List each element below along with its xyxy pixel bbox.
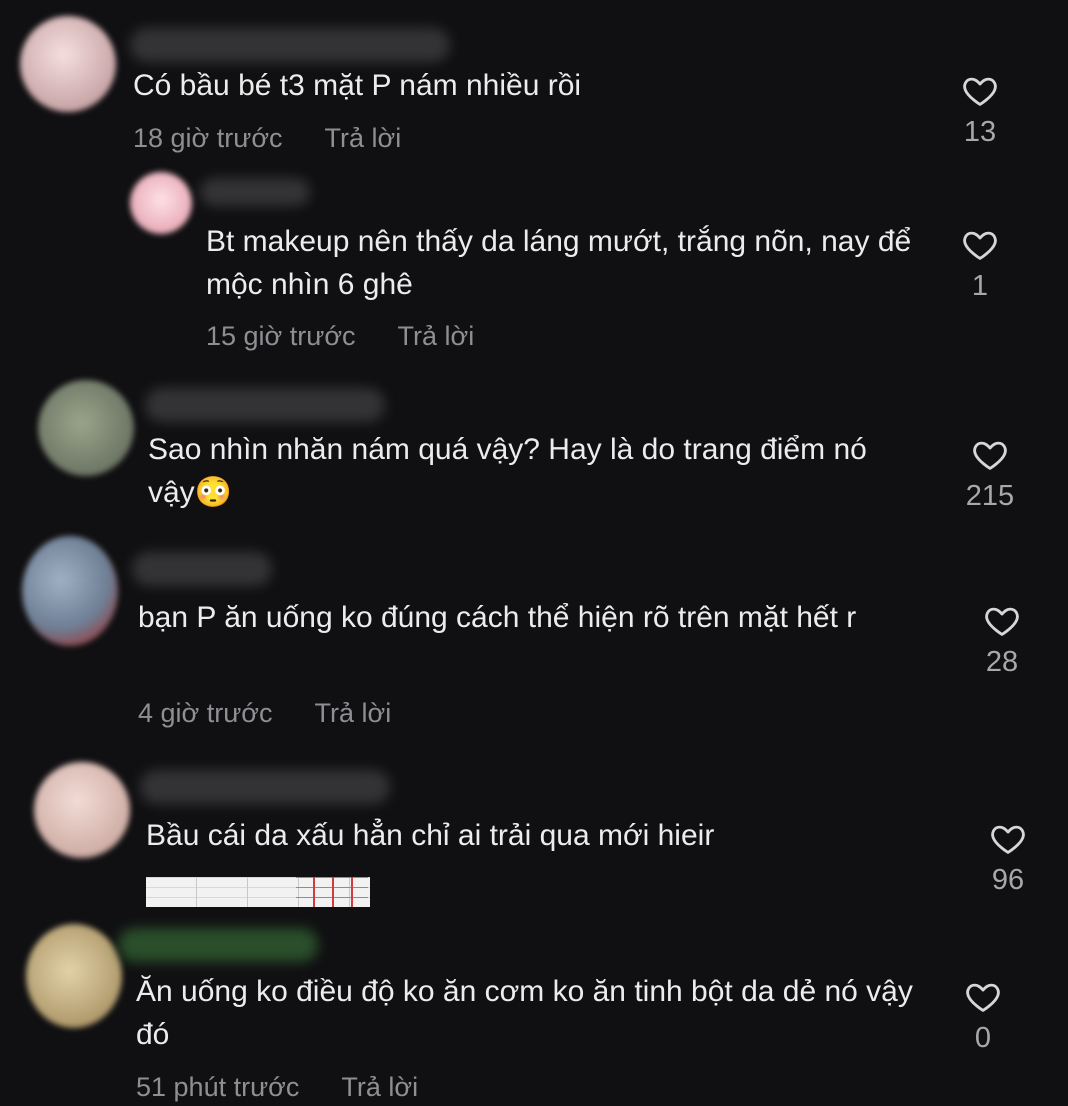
comment-time: 51 phút trước [136,1072,300,1102]
like-button[interactable]: 215 [950,436,1030,513]
like-count: 1 [971,270,989,302]
comment-meta: 4 giờ trước Trả lời [138,698,391,729]
username-blurred[interactable] [132,552,272,586]
avatar[interactable] [22,536,118,646]
comment-meta: 15 giờ trước Trả lời [206,321,474,352]
reply-button[interactable]: Trả lời [398,321,475,352]
comment-text: bạn P ăn uống ko đúng cách thể hiện rõ t… [138,601,857,634]
like-count: 28 [985,646,1019,678]
avatar[interactable] [130,172,192,234]
comment-text: Ăn uống ko điều độ ko ăn cơm ko ăn tinh … [136,975,913,1051]
heart-outline-icon [963,77,997,106]
reply-button[interactable]: Trả lời [325,123,402,154]
comment-text: Bầu cái da xấu hẳn chỉ ai trải qua mới h… [146,819,715,852]
comment-meta: 51 phút trước Trả lời [136,1072,418,1103]
like-button[interactable]: 1 [940,226,1020,303]
reply-button[interactable]: Trả lời [341,1072,418,1103]
like-button[interactable]: 96 [968,820,1048,897]
comment-text: Sao nhìn nhăn nám quá vậy? Hay là do tra… [148,433,867,509]
comment-meta: 18 giờ trước Trả lời [133,123,401,154]
avatar[interactable] [38,380,134,476]
username-blurred[interactable] [118,928,318,962]
like-button[interactable]: 13 [940,72,1020,149]
like-count: 13 [963,116,997,148]
comment-text: Bt makeup nên thấy da láng mướt, trắng n… [206,225,912,301]
like-count: 215 [965,480,1015,512]
reply-button[interactable]: Trả lời [315,698,392,729]
username-blurred[interactable] [140,770,390,804]
comment-time: 4 giờ trước [138,698,273,728]
comment-text: Có bầu bé t3 mặt P nám nhiều rồi [133,69,582,102]
username-blurred[interactable] [200,178,310,206]
heart-outline-icon [985,607,1019,636]
like-button[interactable]: 0 [943,978,1023,1055]
like-count: 0 [974,1022,992,1054]
comment-time: 15 giờ trước [206,321,356,351]
username-blurred[interactable] [145,388,385,422]
avatar[interactable] [26,924,122,1028]
avatar[interactable] [34,762,130,858]
comment-image-thumbnail[interactable] [146,877,370,907]
thumbnail-red-table [296,877,368,907]
avatar[interactable] [20,16,116,112]
heart-outline-icon [966,983,1000,1012]
heart-outline-icon [963,231,997,260]
heart-outline-icon [991,825,1025,854]
like-button[interactable]: 28 [962,602,1042,679]
like-count: 96 [991,864,1025,896]
heart-outline-icon [973,441,1007,470]
username-blurred[interactable] [130,28,450,62]
comment-time: 18 giờ trước [133,123,283,153]
